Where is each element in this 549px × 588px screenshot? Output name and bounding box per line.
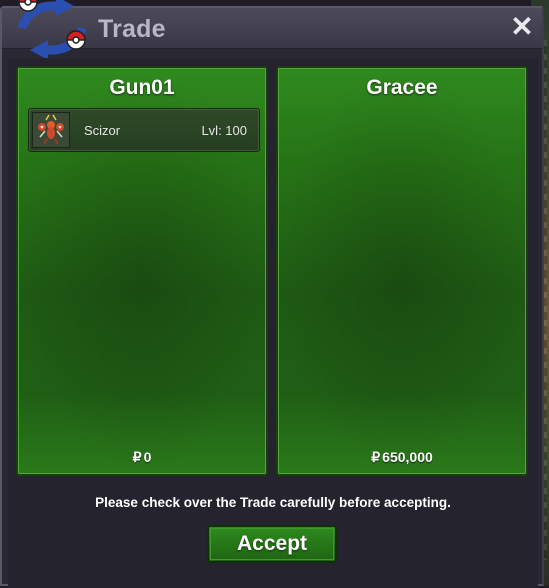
pokemon-name: Scizor [84, 123, 121, 138]
left-money: ₽0 [18, 449, 266, 466]
pokedollar-icon: ₽ [371, 449, 381, 465]
window-title: Trade [98, 15, 166, 43]
right-trainer-name: Gracee [366, 76, 438, 99]
trade-arrows-pokeball-icon [17, 0, 87, 58]
right-offer-panel: Gracee ₽650,000 [276, 66, 528, 476]
left-trainer-name: Gun01 [109, 76, 175, 99]
pokemon-level: Lvl: 100 [201, 123, 247, 138]
accept-button[interactable]: Accept [207, 525, 337, 563]
left-money-amount: 0 [143, 449, 152, 465]
close-button[interactable]: ✕ [508, 13, 536, 41]
scizor-sprite-icon [32, 112, 70, 148]
right-money-amount: 650,000 [382, 449, 433, 465]
left-offer-panel: Gun01 Scizor Lvl: 100 ₽ 0 [16, 66, 268, 476]
trade-window: Trade ✕ Gun01 Scizor Lvl: 100 ₽ 0 Gracee… [0, 0, 544, 588]
pokedollar-icon: ₽ [132, 449, 142, 465]
trade-content: Gun01 Scizor Lvl: 100 ₽ 0 Gracee ₽ 650,0… [8, 58, 538, 588]
pokemon-slot[interactable]: Scizor Lvl: 100 [28, 108, 260, 152]
trade-notice: Please check over the Trade carefully be… [95, 495, 451, 510]
right-money: ₽650,000 [278, 449, 526, 466]
